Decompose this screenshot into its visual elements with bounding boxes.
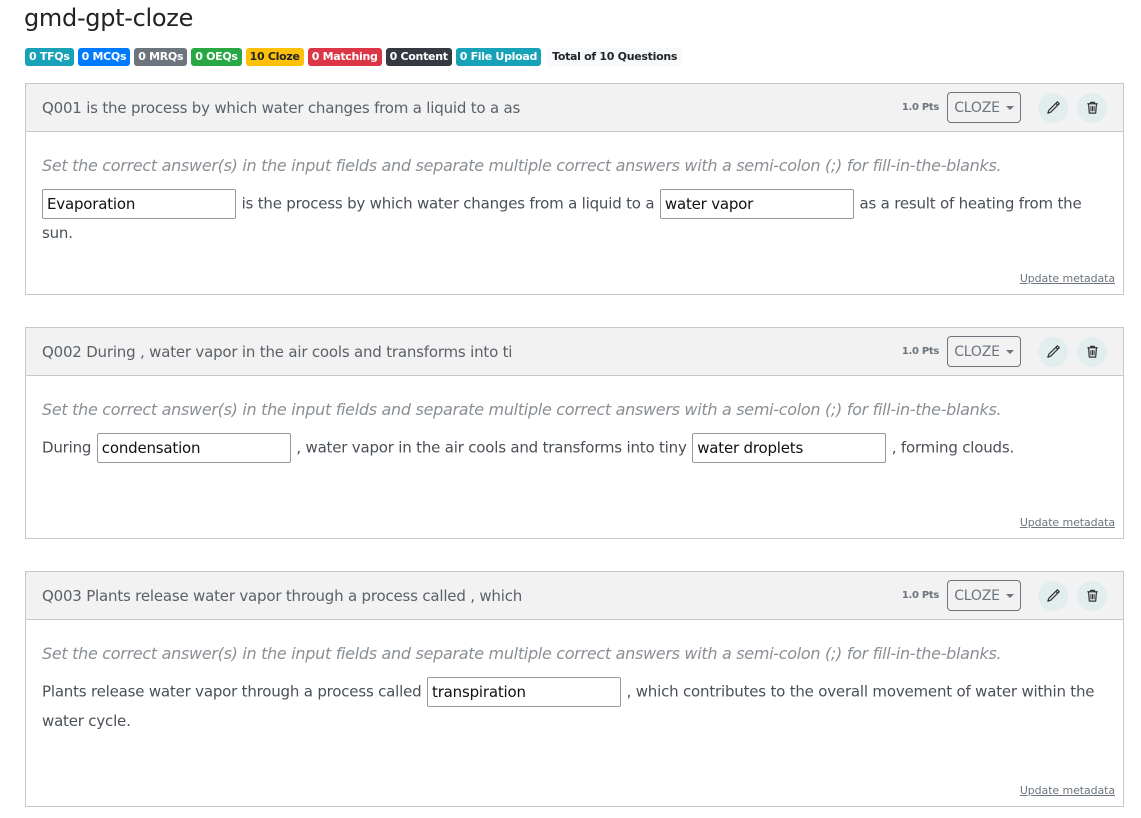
badge-content: 0 Content <box>385 48 452 66</box>
cloze-sentence: During , water vapor in the air cools an… <box>42 433 1107 463</box>
badge-mrqs: 0 MRQs <box>134 48 188 66</box>
edit-button[interactable] <box>1038 580 1068 611</box>
instructions-text: Set the correct answer(s) in the input f… <box>42 644 1002 663</box>
question-type-badges: 0 TFQs 0 MCQs 0 MRQs 0 OEQs 10 Cloze 0 M… <box>25 48 683 66</box>
pencil-icon <box>1046 589 1060 602</box>
question-title: Q002 During , water vapor in the air coo… <box>42 342 513 361</box>
question-type-dropdown[interactable]: CLOZE <box>947 92 1021 123</box>
trash-icon <box>1086 345 1098 358</box>
question-title: Q003 Plants release water vapor through … <box>42 586 523 605</box>
update-metadata-link[interactable]: Update metadata <box>1020 784 1115 797</box>
blank-input[interactable] <box>427 677 622 707</box>
badge-cloze: 10 Cloze <box>245 48 304 66</box>
question-body: Set the correct answer(s) in the input f… <box>26 376 1123 539</box>
question-header: Q002 During , water vapor in the air coo… <box>26 328 1123 376</box>
sentence-text: Plants release water vapor through a pro… <box>42 682 427 701</box>
question-header: Q001 is the process by which water chang… <box>26 84 1123 132</box>
sentence-text: , forming clouds. <box>887 438 1015 457</box>
question-card: Q002 During , water vapor in the air coo… <box>25 327 1124 539</box>
instructions-text: Set the correct answer(s) in the input f… <box>42 156 1002 175</box>
cloze-sentence: is the process by which water changes fr… <box>42 189 1107 247</box>
instructions-text: Set the correct answer(s) in the input f… <box>42 400 1002 419</box>
caret-down-icon <box>1005 350 1014 354</box>
caret-down-icon <box>1005 594 1014 598</box>
update-metadata-link[interactable]: Update metadata <box>1020 272 1115 285</box>
points-label: 1.0 Pts <box>901 590 939 601</box>
total-questions-badge: Total of 10 Questions <box>547 48 683 66</box>
edit-button[interactable] <box>1038 92 1068 123</box>
badge-mcqs: 0 MCQs <box>77 48 131 66</box>
badge-file-upload: 0 File Upload <box>455 48 542 66</box>
edit-button[interactable] <box>1038 336 1068 367</box>
badge-tfqs: 0 TFQs <box>25 48 74 66</box>
badge-oeqs: 0 OEQs <box>191 48 242 66</box>
page-title: gmd-gpt-cloze <box>24 4 194 32</box>
blank-input[interactable] <box>42 189 236 219</box>
sentence-text: , water vapor in the air cools and trans… <box>291 438 692 457</box>
question-card: Q001 is the process by which water chang… <box>25 83 1124 295</box>
question-body: Set the correct answer(s) in the input f… <box>26 132 1123 295</box>
question-type-value: CLOZE <box>954 99 1000 116</box>
caret-down-icon <box>1005 106 1014 110</box>
badge-matching: 0 Matching <box>307 48 382 66</box>
sentence-text: During <box>42 438 96 457</box>
question-type-value: CLOZE <box>954 587 1000 604</box>
sentence-text: is the process by which water changes fr… <box>237 194 659 213</box>
question-body: Set the correct answer(s) in the input f… <box>26 620 1123 807</box>
blank-input[interactable] <box>659 189 854 219</box>
delete-button[interactable] <box>1077 92 1107 123</box>
blank-input[interactable] <box>96 433 291 463</box>
blank-input[interactable] <box>692 433 887 463</box>
trash-icon <box>1086 101 1098 114</box>
pencil-icon <box>1046 345 1060 358</box>
delete-button[interactable] <box>1077 580 1107 611</box>
delete-button[interactable] <box>1077 336 1107 367</box>
points-label: 1.0 Pts <box>901 346 939 357</box>
question-type-dropdown[interactable]: CLOZE <box>947 580 1021 611</box>
points-label: 1.0 Pts <box>901 102 939 113</box>
question-type-dropdown[interactable]: CLOZE <box>947 336 1021 367</box>
question-type-value: CLOZE <box>954 343 1000 360</box>
pencil-icon <box>1046 101 1060 114</box>
cloze-sentence: Plants release water vapor through a pro… <box>42 677 1107 735</box>
question-header: Q003 Plants release water vapor through … <box>26 572 1123 620</box>
trash-icon <box>1086 589 1098 602</box>
question-title: Q001 is the process by which water chang… <box>42 98 521 117</box>
update-metadata-link[interactable]: Update metadata <box>1020 516 1115 529</box>
question-card: Q003 Plants release water vapor through … <box>25 571 1124 807</box>
